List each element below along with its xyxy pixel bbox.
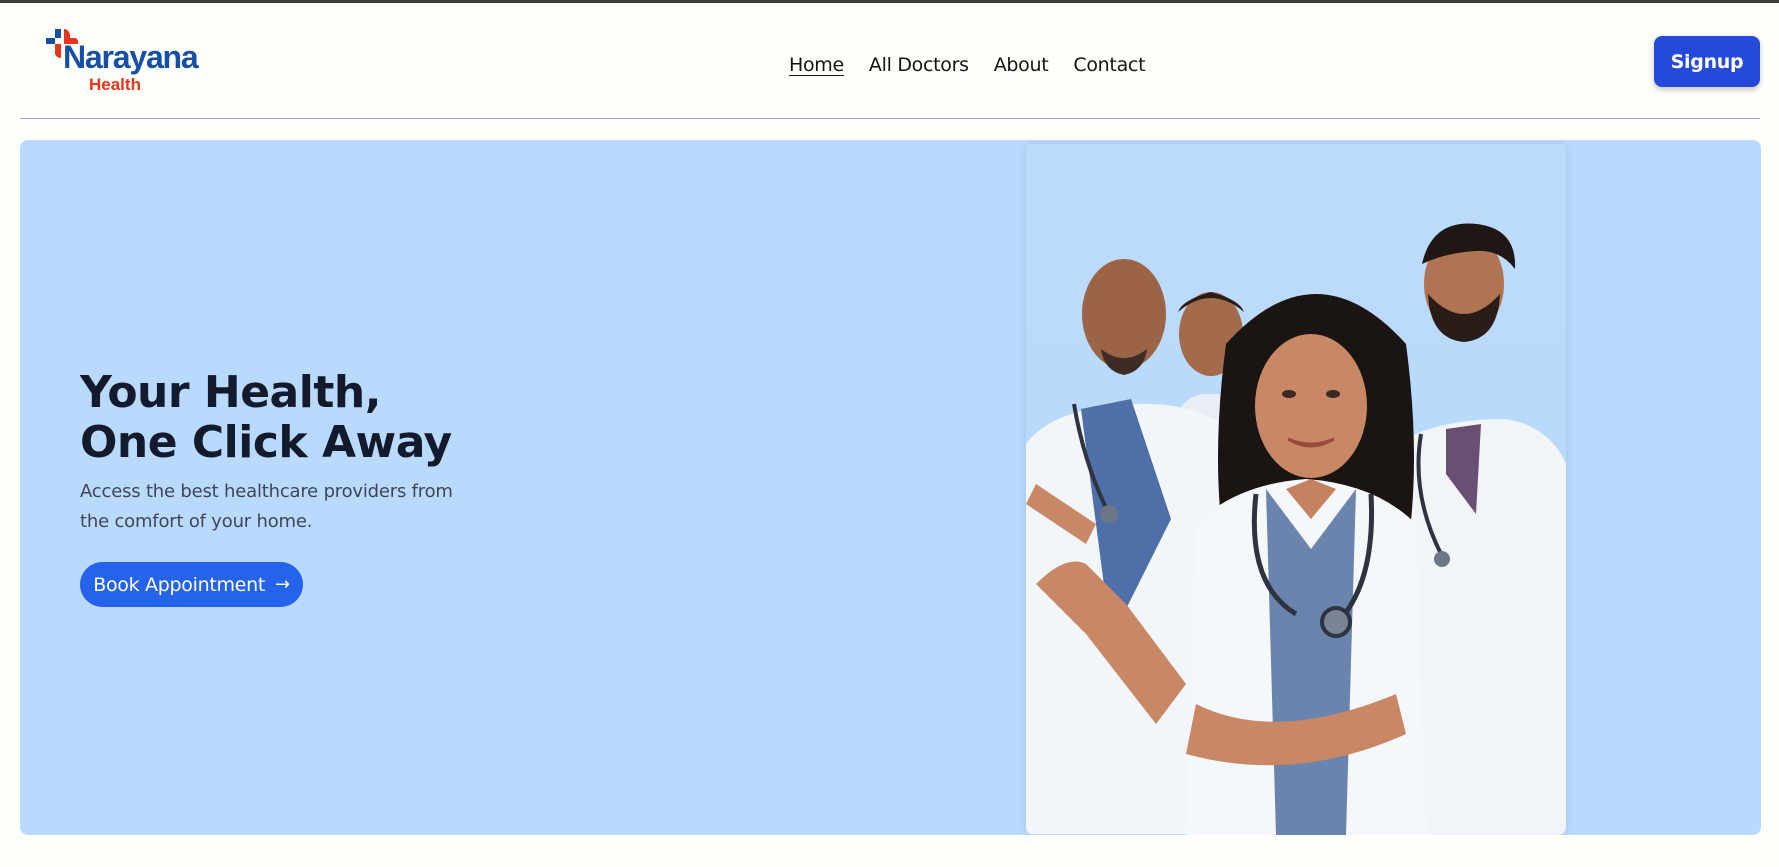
narayana-health-logo[interactable]: Narayana Health bbox=[45, 28, 225, 98]
nav-all-doctors-link[interactable]: All Doctors bbox=[869, 54, 969, 76]
logo-wordmark: Narayana bbox=[63, 39, 199, 75]
hero-description: Access the best healthcare providers fro… bbox=[80, 481, 453, 532]
book-appointment-button[interactable]: Book Appointment → bbox=[80, 562, 303, 607]
doctors-illustration bbox=[1026, 223, 1566, 835]
doctors-group-image bbox=[1026, 144, 1566, 835]
nav-home-link[interactable]: Home bbox=[789, 54, 844, 76]
nav-about-link[interactable]: About bbox=[994, 54, 1049, 76]
hero-section: Your Health, One Click Away Access the b… bbox=[20, 140, 1761, 835]
hero-title-line-1: Your Health, bbox=[80, 367, 381, 418]
site-header: Narayana Health Home All Doctors About C… bbox=[20, 3, 1760, 119]
hero-title-line-2: One Click Away bbox=[80, 417, 452, 468]
book-appointment-label: Book Appointment bbox=[93, 573, 265, 596]
main-nav: Home All Doctors About Contact bbox=[789, 50, 1146, 80]
logo-subtitle: Health bbox=[89, 75, 141, 94]
signup-button[interactable]: Signup bbox=[1654, 36, 1760, 87]
arrow-right-icon: → bbox=[274, 574, 290, 595]
nav-contact-link[interactable]: Contact bbox=[1073, 54, 1145, 76]
hero-title: Your Health, One Click Away bbox=[80, 368, 452, 468]
